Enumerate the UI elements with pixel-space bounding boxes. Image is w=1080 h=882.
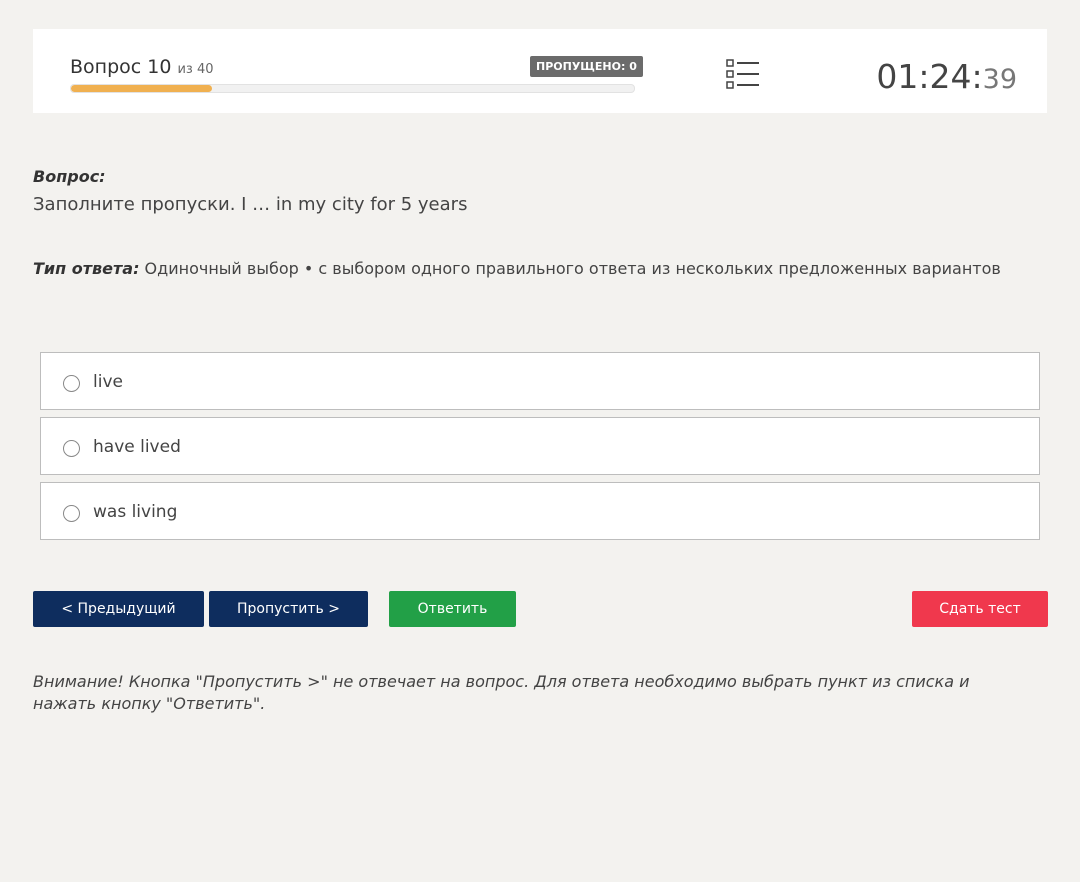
option-label: was living — [93, 502, 178, 522]
skipped-badge: ПРОПУЩЕНО: 0 — [530, 56, 643, 77]
previous-button[interactable]: < Предыдущий — [33, 591, 204, 627]
answer-button[interactable]: Ответить — [389, 591, 516, 627]
question-total: из 40 — [177, 62, 214, 77]
answer-option[interactable]: was living — [40, 482, 1040, 540]
progress-bar — [70, 84, 635, 93]
question-counter: Вопрос 10 из 40 — [70, 56, 214, 78]
question-number: Вопрос 10 — [70, 56, 172, 78]
answer-option[interactable]: live — [40, 352, 1040, 410]
progress-fill — [71, 85, 212, 92]
timer-main: 01:24: — [876, 57, 983, 96]
radio-button[interactable] — [63, 440, 80, 457]
submit-test-button[interactable]: Сдать тест — [912, 591, 1048, 627]
timer: 01:24:39 — [876, 57, 1017, 96]
answer-options: live have lived was living — [40, 352, 1040, 547]
answer-type: Тип ответа: Одиночный выбор • с выбором … — [33, 259, 1001, 278]
list-icon[interactable] — [726, 58, 760, 90]
question-label: Вопрос: — [33, 167, 106, 186]
option-label: live — [93, 372, 123, 392]
warning-note: Внимание! Кнопка "Пропустить >" не отвеч… — [33, 672, 970, 713]
radio-button[interactable] — [63, 375, 80, 392]
timer-seconds: 39 — [982, 64, 1017, 95]
option-label: have lived — [93, 437, 181, 457]
radio-button[interactable] — [63, 505, 80, 522]
answer-type-label: Тип ответа: — [33, 259, 140, 278]
answer-option[interactable]: have lived — [40, 417, 1040, 475]
skip-button[interactable]: Пропустить > — [209, 591, 368, 627]
answer-type-value: Одиночный выбор • с выбором одного прави… — [139, 259, 1001, 278]
question-text: Заполните пропуски. I … in my city for 5… — [33, 194, 468, 215]
quiz-header: Вопрос 10 из 40 ПРОПУЩЕНО: 0 01:24:39 — [33, 29, 1047, 113]
